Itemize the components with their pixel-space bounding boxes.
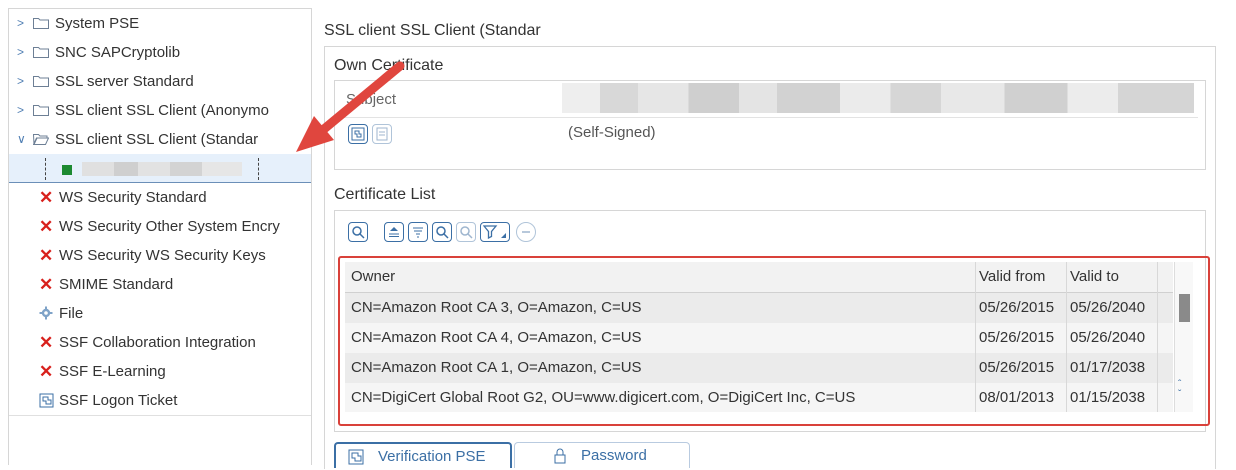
tree-item-label: SSF E-Learning	[59, 363, 166, 380]
redacted-certificate-name	[82, 162, 242, 176]
minus-circle-icon	[522, 231, 530, 233]
tree-item-label: WS Security Other System Encry	[59, 218, 280, 235]
tab-label: Verification PSE	[378, 448, 486, 465]
tree-item-ssl-client-standard[interactable]: ∨ SSL client SSL Client (Standar	[9, 125, 311, 154]
chevron-down-icon[interactable]: ∨	[17, 125, 29, 154]
import-certificate-button[interactable]	[348, 124, 368, 144]
tree-item-ssl-server-standard[interactable]: > SSL server Standard	[9, 67, 311, 96]
tree-item-system-pse[interactable]: > System PSE	[9, 9, 311, 38]
tree-item-label: SMIME Standard	[59, 276, 174, 293]
issuer-text: (Self-Signed)	[568, 124, 656, 141]
red-x-icon: ✕	[39, 362, 54, 381]
redacted-subject-value	[562, 83, 1194, 113]
red-x-icon: ✕	[39, 333, 54, 352]
folder-icon	[33, 105, 49, 116]
red-x-icon: ✕	[39, 217, 54, 236]
tree-item-smime-standard[interactable]: ✕ SMIME Standard	[9, 270, 311, 299]
tree-item-file[interactable]: File	[9, 299, 311, 328]
zoom-details-button[interactable]	[348, 222, 368, 242]
tree-item-ws-security-other[interactable]: ✕ WS Security Other System Encry	[9, 212, 311, 241]
show-certificate-button[interactable]	[372, 124, 392, 144]
tree-item-ws-security-keys[interactable]: ✕ WS Security WS Security Keys	[9, 241, 311, 270]
certificate-list-title: Certificate List	[334, 186, 436, 203]
sort-descending-button[interactable]	[408, 222, 428, 242]
tab-verification-pse[interactable]: Verification PSE	[334, 442, 512, 468]
chevron-right-icon[interactable]: >	[17, 96, 29, 125]
sort-ascending-button[interactable]	[384, 222, 404, 242]
sort-ascending-icon	[389, 227, 399, 237]
certificate-import-icon	[351, 127, 365, 141]
tab-label: Password	[581, 447, 647, 464]
folder-icon	[33, 18, 49, 29]
tree-item-label: SNC SAPCryptolib	[55, 44, 181, 61]
own-certificate-title: Own Certificate	[334, 57, 444, 74]
find-button[interactable]	[432, 222, 452, 242]
pse-tree: > System PSE > SNC SAPCryptolib > SSL se…	[8, 8, 312, 465]
folder-open-icon	[33, 134, 49, 145]
red-x-icon: ✕	[39, 275, 54, 294]
panel-title: SSL client SSL Client (Standar	[324, 22, 541, 39]
tree-item-label: SSF Logon Ticket	[59, 392, 178, 409]
gear-icon	[39, 306, 53, 320]
red-x-icon: ✕	[39, 188, 54, 207]
tree-item-selected-certificate[interactable]	[9, 154, 311, 183]
filter-icon	[483, 225, 506, 239]
search-next-icon	[460, 226, 473, 239]
subject-divider	[340, 117, 1198, 118]
folder-icon	[33, 47, 49, 58]
subject-label: Subject	[346, 91, 397, 108]
chevron-right-icon[interactable]: >	[17, 38, 29, 67]
tree-item-label: System PSE	[55, 15, 140, 32]
tree-item-ssf-logon-ticket[interactable]: SSF Logon Ticket	[9, 386, 311, 415]
tree-item-label: WS Security WS Security Keys	[59, 247, 266, 264]
chevron-right-icon[interactable]: >	[17, 9, 29, 38]
lock-icon	[554, 448, 566, 464]
tree-empty-row	[9, 415, 311, 445]
selection-frame	[45, 158, 259, 180]
tree-item-label: SSF Collaboration Integration	[59, 334, 256, 351]
tree-item-label: SSL client SSL Client (Anonymo	[55, 102, 269, 119]
ticket-icon	[39, 393, 54, 408]
certificate-view-icon	[376, 127, 388, 141]
tree-item-ssf-elearning[interactable]: ✕ SSF E-Learning	[9, 357, 311, 386]
tree-item-label: SSL client SSL Client (Standar	[55, 131, 259, 148]
find-next-button[interactable]	[456, 222, 476, 242]
tree-item-ssl-client-anonymous[interactable]: > SSL client SSL Client (Anonymo	[9, 96, 311, 125]
tree-item-label: SSL server Standard	[55, 73, 194, 90]
annotation-highlight-box	[338, 256, 1210, 426]
magnifier-plus-icon	[352, 226, 365, 239]
tree-item-label: File	[59, 305, 84, 322]
remove-button[interactable]	[516, 222, 536, 242]
tree-item-label: WS Security Standard	[59, 189, 207, 206]
chevron-right-icon[interactable]: >	[17, 67, 29, 96]
search-icon	[436, 226, 449, 239]
certificate-icon	[348, 449, 364, 465]
folder-icon	[33, 76, 49, 87]
tree-item-ws-security-standard[interactable]: ✕ WS Security Standard	[9, 183, 311, 212]
certificate-status-icon	[62, 165, 72, 175]
filter-button[interactable]	[480, 222, 510, 242]
tab-password[interactable]: Password	[514, 442, 690, 468]
tree-item-snc-sapcryptolib[interactable]: > SNC SAPCryptolib	[9, 38, 311, 67]
red-x-icon: ✕	[39, 246, 54, 265]
tree-item-ssf-collaboration[interactable]: ✕ SSF Collaboration Integration	[9, 328, 311, 357]
sort-descending-icon	[413, 227, 423, 238]
